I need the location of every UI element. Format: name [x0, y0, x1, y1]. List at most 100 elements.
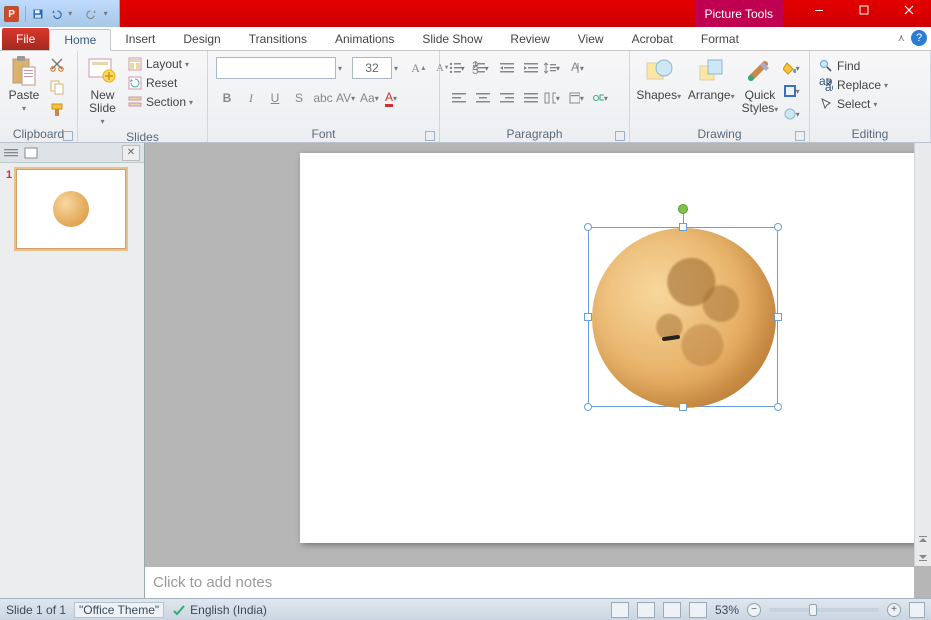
tab-insert[interactable]: Insert: [111, 28, 169, 50]
slide-thumbnail-1[interactable]: [16, 169, 126, 249]
char-spacing-button[interactable]: AV▾: [336, 87, 358, 109]
file-tab[interactable]: File: [2, 28, 49, 50]
qat-customize-icon[interactable]: ▾: [104, 9, 115, 18]
next-slide-button[interactable]: [917, 549, 930, 562]
font-name-input[interactable]: [216, 57, 336, 79]
close-button[interactable]: [886, 0, 931, 20]
find-button[interactable]: Find: [816, 57, 862, 75]
close-pane-button[interactable]: ✕: [122, 145, 140, 161]
select-button[interactable]: Select▾: [816, 95, 887, 113]
tab-format[interactable]: Format: [687, 28, 753, 50]
help-icon[interactable]: ?: [911, 30, 927, 46]
app-icon[interactable]: P: [4, 6, 19, 22]
text-direction-button[interactable]: A▾: [568, 57, 590, 79]
paste-button[interactable]: Paste▾: [4, 53, 44, 117]
strikethrough-button[interactable]: S: [288, 87, 310, 109]
smartart-button[interactable]: ▾: [592, 87, 614, 109]
resize-handle-bl[interactable]: [584, 403, 592, 411]
justify-button[interactable]: [520, 87, 542, 109]
tab-design[interactable]: Design: [169, 28, 234, 50]
shapes-button[interactable]: Shapes▾: [634, 53, 684, 105]
format-painter-button[interactable]: [46, 99, 68, 121]
align-center-button[interactable]: [472, 87, 494, 109]
reading-view-button[interactable]: [663, 602, 681, 618]
zoom-slider-thumb[interactable]: [809, 604, 817, 616]
tab-slideshow[interactable]: Slide Show: [408, 28, 496, 50]
arrange-button[interactable]: Arrange▾: [686, 53, 737, 105]
shadow-button[interactable]: abc: [312, 87, 334, 109]
sorter-view-button[interactable]: [637, 602, 655, 618]
change-case-button[interactable]: Aa▾: [360, 87, 382, 109]
tab-home[interactable]: Home: [49, 29, 111, 51]
tab-acrobat[interactable]: Acrobat: [618, 28, 687, 50]
zoom-in-button[interactable]: +: [887, 603, 901, 617]
redo-icon[interactable]: [86, 8, 98, 20]
underline-button[interactable]: U: [264, 87, 286, 109]
rotate-handle[interactable]: [678, 204, 688, 214]
paragraph-dialog-launcher[interactable]: [615, 131, 625, 141]
font-size-input[interactable]: [352, 57, 392, 79]
shape-fill-button[interactable]: ▾: [783, 57, 805, 79]
resize-handle-l[interactable]: [584, 313, 592, 321]
layout-button[interactable]: Layout▾: [125, 55, 203, 73]
reset-button[interactable]: Reset: [125, 74, 203, 92]
save-icon[interactable]: [32, 8, 44, 20]
normal-view-button[interactable]: [611, 602, 629, 618]
numbering-button[interactable]: 123▾: [472, 57, 494, 79]
replace-button[interactable]: abacReplace▾: [816, 76, 898, 94]
align-left-button[interactable]: [448, 87, 470, 109]
line-spacing-button[interactable]: ▾: [544, 57, 566, 79]
slides-tab-icon[interactable]: [24, 147, 38, 159]
clipboard-dialog-launcher[interactable]: [63, 131, 73, 141]
drawing-dialog-launcher[interactable]: [795, 131, 805, 141]
vertical-scrollbar[interactable]: [914, 143, 931, 566]
cut-button[interactable]: [46, 53, 68, 75]
fit-to-window-button[interactable]: [909, 602, 925, 618]
shape-effects-button[interactable]: ▾: [783, 103, 805, 125]
tab-review[interactable]: Review: [496, 28, 563, 50]
font-dialog-launcher[interactable]: [425, 131, 435, 141]
font-size-dropdown-icon[interactable]: ▾: [394, 64, 406, 73]
slide[interactable]: [300, 153, 931, 543]
resize-handle-tr[interactable]: [774, 223, 782, 231]
notes-pane[interactable]: Click to add notes: [145, 566, 914, 598]
resize-handle-b[interactable]: [679, 403, 687, 411]
picture-selection[interactable]: [588, 227, 778, 407]
resize-handle-tl[interactable]: [584, 223, 592, 231]
outline-tab-icon[interactable]: [4, 147, 18, 159]
increase-indent-button[interactable]: [520, 57, 542, 79]
resize-handle-t[interactable]: [679, 223, 687, 231]
new-slide-button[interactable]: New Slide ▾: [82, 53, 123, 130]
quick-styles-button[interactable]: Quick Styles▾: [739, 53, 781, 118]
collapse-ribbon-icon[interactable]: ⋏: [898, 33, 905, 44]
minimize-button[interactable]: [796, 0, 841, 20]
grow-font-button[interactable]: A▲: [408, 57, 430, 79]
prev-slide-button[interactable]: [917, 534, 930, 547]
copy-button[interactable]: [46, 76, 68, 98]
italic-button[interactable]: I: [240, 87, 262, 109]
columns-button[interactable]: ▾: [544, 87, 566, 109]
tab-animations[interactable]: Animations: [321, 28, 408, 50]
undo-icon[interactable]: [50, 8, 62, 20]
resize-handle-br[interactable]: [774, 403, 782, 411]
zoom-value[interactable]: 53%: [715, 603, 739, 617]
canvas-area[interactable]: [145, 143, 931, 566]
tab-transitions[interactable]: Transitions: [235, 28, 321, 50]
font-color-button[interactable]: A▾: [384, 87, 406, 109]
section-button[interactable]: Section▾: [125, 93, 203, 111]
tab-view[interactable]: View: [564, 28, 618, 50]
zoom-out-button[interactable]: −: [747, 603, 761, 617]
slideshow-view-button[interactable]: [689, 602, 707, 618]
shape-outline-button[interactable]: ▾: [783, 80, 805, 102]
language-button[interactable]: English (India): [172, 603, 267, 617]
bold-button[interactable]: B: [216, 87, 238, 109]
maximize-button[interactable]: [841, 0, 886, 20]
decrease-indent-button[interactable]: [496, 57, 518, 79]
moon-image[interactable]: [592, 228, 776, 408]
undo-dropdown-icon[interactable]: ▾: [68, 9, 79, 18]
align-right-button[interactable]: [496, 87, 518, 109]
resize-handle-r[interactable]: [774, 313, 782, 321]
zoom-slider[interactable]: [769, 608, 879, 612]
font-name-dropdown-icon[interactable]: ▾: [338, 64, 350, 73]
bullets-button[interactable]: ▾: [448, 57, 470, 79]
